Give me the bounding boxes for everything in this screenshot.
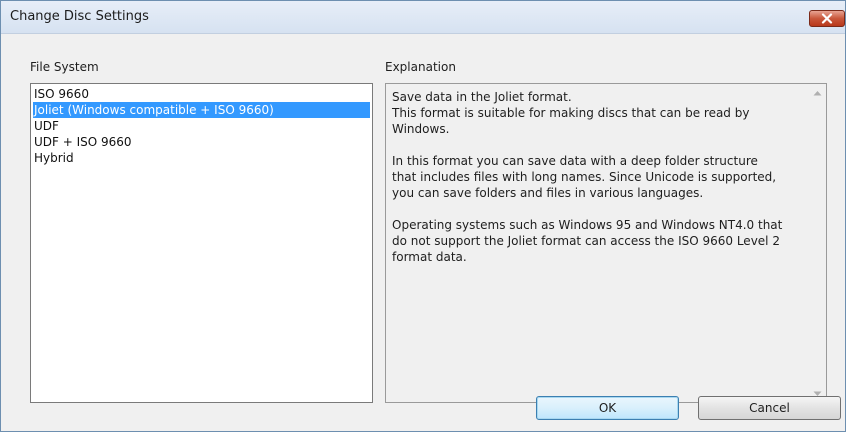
ok-button[interactable]: OK xyxy=(536,396,679,420)
scroll-up-button[interactable] xyxy=(809,84,826,101)
close-button[interactable] xyxy=(809,10,845,27)
change-disc-settings-dialog: Change Disc Settings File System Explana… xyxy=(0,0,846,432)
explanation-textbox[interactable]: Save data in the Joliet format. This for… xyxy=(385,83,827,403)
list-item-iso-9660[interactable]: ISO 9660 xyxy=(33,86,370,102)
dialog-body: File System Explanation ISO 9660 Joliet … xyxy=(1,34,845,431)
close-icon xyxy=(821,13,833,24)
list-item-udf-iso-9660[interactable]: UDF + ISO 9660 xyxy=(33,134,370,150)
scroll-up-arrow-icon xyxy=(813,90,822,95)
explanation-text: Save data in the Joliet format. This for… xyxy=(392,90,783,264)
explanation-scrollbar[interactable] xyxy=(809,84,826,402)
file-system-list[interactable]: ISO 9660 Joliet (Windows compatible + IS… xyxy=(30,83,373,403)
title-bar[interactable]: Change Disc Settings xyxy=(1,1,845,34)
window-title: Change Disc Settings xyxy=(10,9,149,24)
cancel-button[interactable]: Cancel xyxy=(698,396,841,420)
list-item-udf[interactable]: UDF xyxy=(33,118,370,134)
list-item-hybrid[interactable]: Hybrid xyxy=(33,150,370,166)
file-system-label: File System xyxy=(30,60,99,74)
list-item-joliet[interactable]: Joliet (Windows compatible + ISO 9660) xyxy=(33,102,370,118)
explanation-label: Explanation xyxy=(385,60,456,74)
